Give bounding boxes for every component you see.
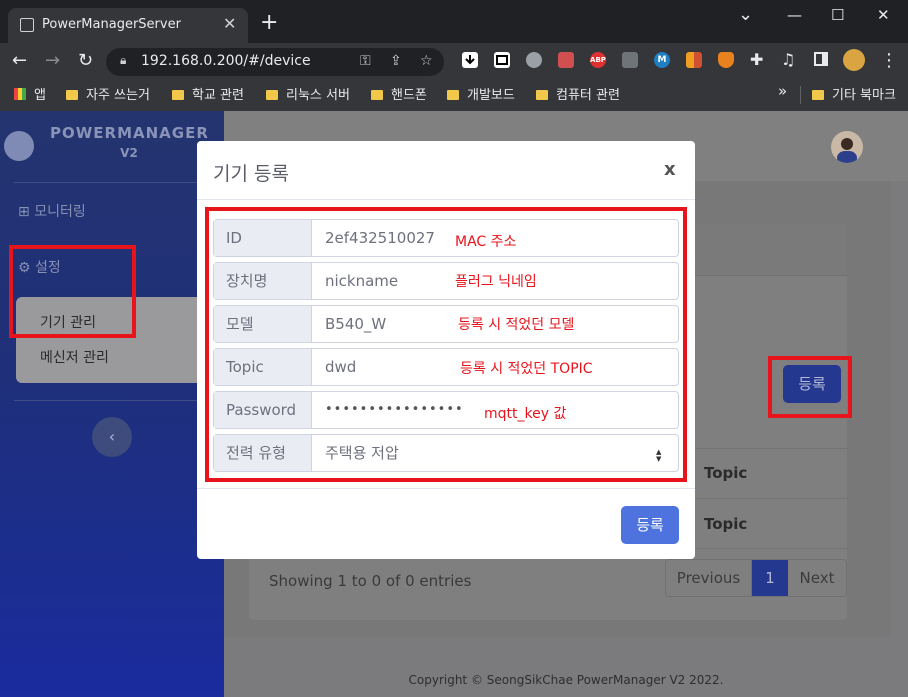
- pagination-page-1[interactable]: 1: [752, 560, 788, 596]
- bookmark-folder-linux[interactable]: 리눅스 서버: [266, 84, 350, 103]
- browser-menu-icon[interactable]: ⋮: [880, 50, 898, 71]
- tab-title: PowerManagerServer: [42, 17, 181, 32]
- close-window-button[interactable]: ✕: [877, 6, 890, 24]
- forward-button[interactable]: →: [45, 50, 60, 71]
- grid-extension-icon[interactable]: [686, 52, 702, 68]
- bookmark-label: 학교 관련: [192, 88, 244, 103]
- printer-extension-icon[interactable]: [558, 52, 574, 68]
- bookmark-label: 기타 북마크: [832, 88, 896, 103]
- modal-header-divider: [197, 199, 695, 200]
- highlight-settings-menu: [9, 245, 136, 338]
- media-queue-icon[interactable]: ♫: [781, 50, 795, 69]
- pagination-previous[interactable]: Previous: [666, 560, 752, 596]
- highlight-form-fields: [205, 207, 687, 482]
- profile-doge-avatar-icon[interactable]: [843, 49, 865, 71]
- bookmark-label: 핸드폰: [391, 88, 427, 103]
- sidebar: POWERMANAGER V2 ⊞ 모니터링 ⚙ 설정 기기 관리 메신저 관리…: [0, 111, 224, 697]
- folder-icon: [812, 90, 824, 100]
- user-avatar[interactable]: [831, 131, 863, 163]
- bookmark-folder-phone[interactable]: 핸드폰: [371, 84, 427, 103]
- bookmark-label: 리눅스 서버: [286, 88, 350, 103]
- apps-grid-icon: [14, 88, 26, 100]
- m-extension-icon[interactable]: M: [654, 52, 670, 68]
- sidebar-divider: [14, 182, 210, 183]
- bookmark-folder-computer[interactable]: 컴퓨터 관련: [536, 84, 620, 103]
- sidebar-collapse-button[interactable]: ‹: [92, 417, 132, 457]
- sidepanel-icon[interactable]: [814, 52, 828, 66]
- browser-toolbar: ← → ↻ 🔒︎ 192.168.0.200/#/device ⚿ ⇪ ☆ AB…: [0, 43, 908, 79]
- folder-icon: [447, 90, 459, 100]
- sidebar-item-label: 모니터링: [34, 204, 86, 220]
- browser-tab-strip: PowerManagerServer ✕ + ⌄ — ☐ ✕: [0, 0, 908, 43]
- puzzle-gray-extension-icon[interactable]: [622, 52, 638, 68]
- bookmarks-overflow-button[interactable]: »: [778, 82, 787, 100]
- bookmark-folder-other[interactable]: 기타 북마크: [812, 84, 896, 103]
- highlight-register-button: [768, 356, 852, 418]
- modal-register-button[interactable]: 등록: [621, 506, 679, 544]
- brand-subtitle: V2: [120, 146, 138, 160]
- share-icon[interactable]: ⇪: [390, 53, 402, 69]
- minimize-button[interactable]: —: [787, 6, 802, 24]
- pagination: Previous 1 Next: [665, 559, 847, 597]
- tab-search-chevron-icon[interactable]: ⌄: [738, 4, 753, 25]
- pagination-next[interactable]: Next: [788, 560, 846, 596]
- new-tab-button[interactable]: +: [260, 12, 278, 34]
- entries-info: Showing 1 to 0 of 0 entries: [269, 572, 472, 590]
- bookmark-star-icon[interactable]: ☆: [420, 53, 433, 69]
- bookmark-label: 개발보드: [467, 88, 515, 103]
- folder-icon: [172, 90, 184, 100]
- bookmarks-divider: [800, 86, 801, 104]
- footer-copyright: Copyright © SeongSikChae PowerManager V2…: [408, 673, 724, 687]
- sidebar-item-monitoring[interactable]: ⊞ 모니터링: [18, 201, 86, 221]
- bookmark-folder-devboard[interactable]: 개발보드: [447, 84, 515, 103]
- bookmark-label: 자주 쓰는거: [86, 88, 150, 103]
- bookmark-folder-school[interactable]: 학교 관련: [172, 84, 244, 103]
- modal-footer-divider: [197, 488, 695, 489]
- brand-title[interactable]: POWERMANAGER: [50, 124, 208, 142]
- metamask-fox-icon[interactable]: [718, 52, 734, 68]
- grid-icon: ⊞: [18, 204, 35, 220]
- folder-icon: [371, 90, 383, 100]
- modal-close-button[interactable]: x: [664, 159, 676, 180]
- folder-icon: [266, 90, 278, 100]
- folder-icon: [66, 90, 78, 100]
- browser-tab[interactable]: PowerManagerServer ✕: [8, 8, 248, 43]
- bookmark-folder-frequent[interactable]: 자주 쓰는거: [66, 84, 150, 103]
- bookmark-label: 컴퓨터 관련: [556, 88, 620, 103]
- address-bar[interactable]: 🔒︎ 192.168.0.200/#/device ⚿ ⇪ ☆: [106, 48, 444, 76]
- window-extension-icon[interactable]: [494, 52, 510, 68]
- maximize-button[interactable]: ☐: [831, 6, 844, 24]
- page-favicon-icon: [20, 18, 34, 32]
- extensions-puzzle-icon[interactable]: ✚: [750, 50, 763, 69]
- modal-title: 기기 등록: [213, 163, 289, 185]
- back-button[interactable]: ←: [12, 50, 27, 71]
- tab-close-icon[interactable]: ✕: [223, 14, 236, 33]
- brand-wink-icon: [4, 131, 34, 161]
- table-header-topic[interactable]: Topic: [704, 464, 747, 482]
- table-footer-topic: Topic: [704, 515, 748, 533]
- key-icon[interactable]: ⚿: [360, 53, 371, 69]
- lock-icon[interactable]: 🔒︎: [120, 53, 126, 68]
- adblock-plus-icon[interactable]: ABP: [590, 52, 606, 68]
- camera-extension-icon[interactable]: [526, 52, 542, 68]
- sidebar-divider: [14, 400, 210, 401]
- url-text[interactable]: 192.168.0.200/#/device: [141, 53, 311, 69]
- submenu-item-messenger-management[interactable]: 메신저 관리: [40, 347, 109, 367]
- bookmarks-bar: 앱 자주 쓰는거 학교 관련 리눅스 서버 핸드폰 개발보드 컴퓨터 관련 » …: [0, 79, 908, 111]
- folder-icon: [536, 90, 548, 100]
- reload-button[interactable]: ↻: [78, 50, 93, 71]
- bookmark-label: 앱: [34, 88, 46, 103]
- download-extension-icon[interactable]: [462, 52, 478, 68]
- bookmark-apps[interactable]: 앱: [14, 84, 46, 103]
